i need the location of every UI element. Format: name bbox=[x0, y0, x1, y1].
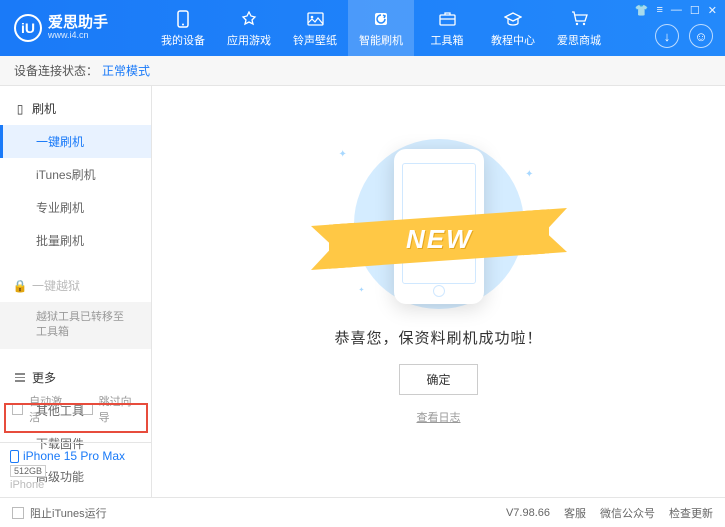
apps-icon bbox=[239, 9, 259, 29]
ok-button[interactable]: 确定 bbox=[399, 364, 477, 395]
nav-store[interactable]: 爱思商城 bbox=[546, 0, 612, 56]
download-button[interactable]: ↓ bbox=[655, 24, 679, 48]
sidebar-item-batch-flash[interactable]: 批量刷机 bbox=[0, 224, 151, 257]
label-auto-activate: 自动激活 bbox=[29, 393, 69, 425]
nav-toolbox[interactable]: 工具箱 bbox=[414, 0, 480, 56]
image-icon bbox=[305, 9, 325, 29]
nav-ringtones[interactable]: 铃声壁纸 bbox=[282, 0, 348, 56]
sidebar-group-flash[interactable]: ▯刷机 bbox=[0, 92, 151, 125]
label-skip-setup: 跳过向导 bbox=[99, 393, 139, 425]
device-name[interactable]: iPhone 15 Pro Max bbox=[10, 449, 141, 463]
footer-link-wechat[interactable]: 微信公众号 bbox=[600, 505, 655, 521]
status-label: 设备连接状态： bbox=[14, 62, 98, 79]
nav-tutorials[interactable]: 教程中心 bbox=[480, 0, 546, 56]
view-log-link[interactable]: 查看日志 bbox=[417, 409, 461, 425]
footer-link-support[interactable]: 客服 bbox=[564, 505, 586, 521]
user-button[interactable]: ☺ bbox=[689, 24, 713, 48]
phone-small-icon bbox=[10, 450, 19, 463]
skin-icon[interactable]: 👕 bbox=[635, 4, 649, 17]
status-bar: 设备连接状态： 正常模式 bbox=[0, 56, 725, 86]
device-type: iPhone bbox=[10, 479, 141, 491]
refresh-icon bbox=[371, 9, 391, 29]
sidebar: ▯刷机 一键刷机 iTunes刷机 专业刷机 批量刷机 🔒一键越狱 越狱工具已转… bbox=[0, 86, 152, 497]
checkbox-auto-activate[interactable] bbox=[12, 403, 23, 415]
app-name: 爱思助手 bbox=[48, 15, 108, 32]
cart-icon bbox=[569, 9, 589, 29]
window-controls: 👕 ≡ — ☐ ✕ bbox=[635, 4, 717, 17]
main-content: ✦ ✦ ✦ NEW 恭喜您，保资料刷机成功啦！ 确定 查看日志 bbox=[152, 86, 725, 497]
device-info: iPhone 15 Pro Max 512GB iPhone bbox=[0, 442, 151, 497]
toolbox-icon bbox=[437, 9, 457, 29]
sidebar-item-oneclick-flash[interactable]: 一键刷机 bbox=[0, 125, 151, 158]
sidebar-group-jailbreak: 🔒一键越狱 bbox=[0, 269, 151, 302]
sidebar-options: 自动激活 跳过向导 bbox=[0, 387, 151, 431]
success-illustration: ✦ ✦ ✦ NEW bbox=[329, 139, 549, 309]
nav-my-device[interactable]: 我的设备 bbox=[150, 0, 216, 56]
footer-link-update[interactable]: 检查更新 bbox=[669, 505, 713, 521]
menu-icon[interactable]: ≡ bbox=[656, 4, 662, 17]
label-block-itunes: 阻止iTunes运行 bbox=[30, 505, 107, 521]
nav-apps[interactable]: 应用游戏 bbox=[216, 0, 282, 56]
device-storage: 512GB bbox=[10, 465, 46, 477]
app-header: iU 爱思助手 www.i4.cn 我的设备 应用游戏 铃声壁纸 智能刷机 工具… bbox=[0, 0, 725, 56]
logo-icon: iU bbox=[14, 14, 42, 42]
hamburger-icon bbox=[14, 373, 26, 382]
sidebar-item-itunes-flash[interactable]: iTunes刷机 bbox=[0, 158, 151, 191]
device-icon: ▯ bbox=[14, 102, 26, 116]
close-icon[interactable]: ✕ bbox=[708, 4, 717, 17]
checkbox-block-itunes[interactable] bbox=[12, 507, 24, 519]
app-site: www.i4.cn bbox=[48, 31, 108, 41]
sidebar-jailbreak-note: 越狱工具已转移至 工具箱 bbox=[0, 302, 151, 349]
phone-icon bbox=[173, 9, 193, 29]
logo: iU 爱思助手 www.i4.cn bbox=[0, 14, 150, 42]
minimize-icon[interactable]: — bbox=[671, 4, 682, 17]
version-label: V7.98.66 bbox=[506, 507, 550, 519]
status-value: 正常模式 bbox=[102, 62, 150, 79]
success-message: 恭喜您，保资料刷机成功啦！ bbox=[334, 327, 542, 348]
lock-icon: 🔒 bbox=[14, 279, 26, 293]
graduation-icon bbox=[503, 9, 523, 29]
sidebar-item-pro-flash[interactable]: 专业刷机 bbox=[0, 191, 151, 224]
footer: 阻止iTunes运行 V7.98.66 客服 微信公众号 检查更新 bbox=[0, 497, 725, 527]
maximize-icon[interactable]: ☐ bbox=[690, 4, 700, 17]
nav-flash[interactable]: 智能刷机 bbox=[348, 0, 414, 56]
checkbox-skip-setup[interactable] bbox=[82, 403, 93, 415]
